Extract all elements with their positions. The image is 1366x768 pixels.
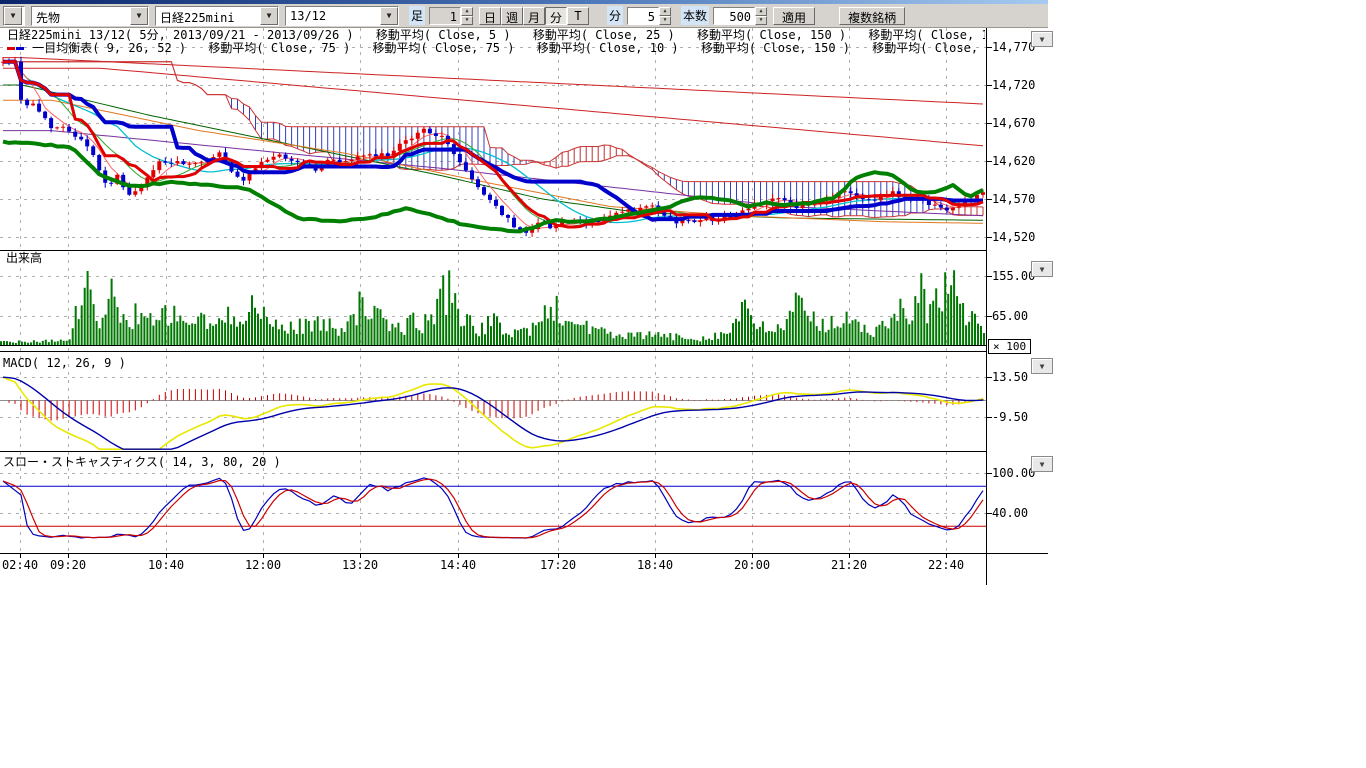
bar-count-value: 500 — [713, 7, 755, 25]
chevron-down-icon[interactable]: ▼ — [380, 7, 398, 25]
spin-down-icon[interactable]: ▼ — [755, 16, 767, 25]
main-toolbar: ▼ 先物 ▼ 日経225mini ▼ 13/12 ▼ 足 1 ▲▼ 日 週 月 … — [0, 4, 1048, 28]
legend-ma25: 移動平均( Close, 25 ) — [533, 29, 675, 42]
stoch-scale-dropdown[interactable]: ▼ — [1031, 456, 1053, 472]
chevron-down-icon[interactable]: ▼ — [260, 7, 278, 25]
time-axis-label: 13:20 — [338, 558, 382, 572]
legend-ichimoku: 一目均衡表( 9, 26, 52 ) — [32, 42, 186, 55]
time-axis-label: 14:40 — [436, 558, 480, 572]
stoch-axis-label: 40.00 — [992, 507, 1028, 519]
time-axis-label: 10:40 — [144, 558, 188, 572]
stoch-pane-title: スロー・ストキャスティクス( 14, 3, 80, 20 ) — [3, 456, 281, 469]
volume-multiplier-badge: × 100 — [988, 339, 1031, 354]
chevron-down-icon[interactable]: ▼ — [4, 7, 22, 25]
contract-select[interactable]: 13/12 ▼ — [285, 6, 399, 26]
legend-ma75a: 移動平均( Close, 75 ) — [208, 42, 350, 55]
period-day-button[interactable]: 日 — [479, 7, 501, 25]
time-axis-label: 21:20 — [827, 558, 871, 572]
price-axis-label: 14,620 — [992, 155, 1035, 167]
time-axis-label: 18:40 — [633, 558, 677, 572]
bar-interval-stepper[interactable]: 1 ▲▼ — [429, 7, 473, 25]
macd-axis-label: -9.50 — [992, 411, 1028, 423]
bar-count-label: 本数 — [681, 6, 709, 25]
volume-scale-dropdown[interactable]: ▼ — [1031, 261, 1053, 277]
volume-pane-title: 出来高 — [6, 252, 42, 265]
period-minute-button[interactable]: 分 — [545, 7, 567, 25]
chevron-down-icon: ▼ — [1040, 35, 1045, 44]
macd-pane-title: MACD( 12, 26, 9 ) — [3, 357, 126, 370]
legend-ma150b: 移動平均( Close, 150 ) — [701, 42, 850, 55]
spin-down-icon[interactable]: ▼ — [659, 16, 671, 25]
ichimoku-kijun-chip-icon — [16, 47, 24, 50]
legend-ma20: 移動平均( Close, 20 ) — [872, 42, 985, 55]
minutes-value: 5 — [627, 7, 659, 25]
legend-row-1: 日経225mini 13/12( 5分, 2013/09/21 - 2013/0… — [7, 29, 985, 42]
contract-select-value: 13/12 — [286, 7, 380, 25]
price-axis-label: 14,670 — [992, 117, 1035, 129]
time-axis-label: 09:20 — [46, 558, 90, 572]
apply-button[interactable]: 適用 — [773, 7, 815, 25]
chevron-down-icon: ▼ — [1040, 460, 1045, 469]
period-month-button[interactable]: 月 — [523, 7, 545, 25]
price-axis-label: 14,770 — [992, 41, 1035, 53]
time-axis-label: 12:00 — [241, 558, 285, 572]
legend-ma5: 移動平均( Close, 5 ) — [376, 29, 511, 42]
chart-application-window: ▼ 先物 ▼ 日経225mini ▼ 13/12 ▼ 足 1 ▲▼ 日 週 月 … — [0, 0, 1048, 600]
chart-canvas[interactable] — [0, 28, 1048, 585]
multi-symbol-button[interactable]: 複数銘柄 — [839, 7, 905, 25]
time-axis-label: 20:00 — [730, 558, 774, 572]
minutes-label: 分 — [607, 6, 623, 25]
market-select[interactable]: 先物 ▼ — [31, 6, 149, 26]
symbol-select[interactable]: 日経225mini ▼ — [155, 6, 279, 26]
bar-count-stepper[interactable]: 500 ▲▼ — [713, 7, 767, 25]
spin-up-icon[interactable]: ▲ — [461, 7, 473, 16]
spin-down-icon[interactable]: ▼ — [461, 16, 473, 25]
time-axis-label: 17:20 — [536, 558, 580, 572]
legend-ma150: 移動平均( Close, 150 ) — [697, 29, 846, 42]
macd-axis-label: 13.50 — [992, 371, 1028, 383]
minutes-stepper[interactable]: 5 ▲▼ — [627, 7, 671, 25]
legend-symbol: 日経225mini 13/12( 5分, 2013/09/21 - 2013/0… — [7, 29, 354, 42]
time-axis-label: 02:40 — [0, 558, 42, 572]
macd-scale-dropdown[interactable]: ▼ — [1031, 358, 1053, 374]
legend-row-2: 一目均衡表( 9, 26, 52 ) 移動平均( Close, 75 ) 移動平… — [7, 42, 985, 55]
spin-up-icon[interactable]: ▲ — [755, 7, 767, 16]
market-select-value: 先物 — [32, 7, 130, 25]
legend-ma75b: 移動平均( Close, 75 ) — [373, 42, 515, 55]
bar-type-label: 足 — [409, 6, 425, 25]
chevron-down-icon: ▼ — [1040, 362, 1045, 371]
legend-ma10: 移動平均( Close, 10 ) — [537, 42, 679, 55]
legend-ma100: 移動平均( Close, 100 ) — [868, 29, 985, 42]
volume-axis-label: 65.00 — [992, 310, 1028, 322]
ichimoku-tenkan-chip-icon — [7, 47, 15, 50]
chevron-down-icon: ▼ — [1040, 265, 1045, 274]
mini-dropdown[interactable]: ▼ — [3, 6, 25, 26]
price-axis-label: 14,570 — [992, 193, 1035, 205]
period-tick-button[interactable]: T — [567, 7, 589, 25]
symbol-select-value: 日経225mini — [156, 7, 260, 25]
period-week-button[interactable]: 週 — [501, 7, 523, 25]
price-axis-label: 14,720 — [992, 79, 1035, 91]
time-axis-label: 22:40 — [924, 558, 968, 572]
stoch-axis-label: 100.00 — [992, 467, 1035, 479]
price-axis-label: 14,520 — [992, 231, 1035, 243]
bar-interval-value: 1 — [429, 7, 461, 25]
volume-axis-label: 155.00 — [992, 270, 1035, 282]
chevron-down-icon[interactable]: ▼ — [130, 7, 148, 25]
spin-up-icon[interactable]: ▲ — [659, 7, 671, 16]
price-scale-dropdown[interactable]: ▼ — [1031, 31, 1053, 47]
